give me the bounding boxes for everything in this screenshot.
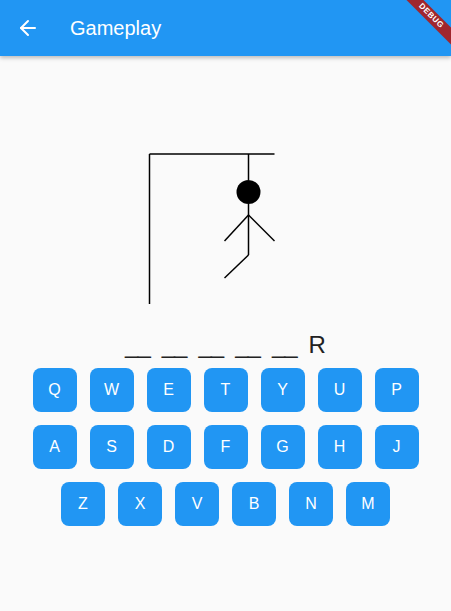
- letter-key[interactable]: S: [90, 425, 134, 469]
- letter-key[interactable]: Z: [61, 482, 105, 526]
- letter-key[interactable]: W: [90, 368, 134, 412]
- letter-slot: R: [309, 331, 326, 359]
- letter-key[interactable]: E: [147, 368, 191, 412]
- hangman-head: [236, 180, 260, 204]
- game-area: __ __ __ __ __ R QWETYUP ASDFGHJ ZXVBNM: [0, 56, 451, 526]
- letter-slot: __: [125, 331, 150, 359]
- hangman-drawing: [126, 150, 326, 310]
- letter-key[interactable]: P: [375, 368, 419, 412]
- letter-key[interactable]: Q: [33, 368, 77, 412]
- app-bar: Gameplay: [0, 0, 451, 56]
- letter-key[interactable]: F: [204, 425, 248, 469]
- letter-key[interactable]: A: [33, 425, 77, 469]
- gallows-beam: [149, 153, 274, 155]
- letter-slot: __: [235, 331, 260, 359]
- arrow-left-icon[interactable]: [16, 16, 40, 40]
- hangman-right-arm: [248, 215, 274, 241]
- letter-key[interactable]: M: [346, 482, 390, 526]
- letter-slot: __: [272, 331, 297, 359]
- letter-key[interactable]: B: [232, 482, 276, 526]
- debug-banner-clip: DEBUG: [395, 0, 451, 56]
- letter-key[interactable]: G: [261, 425, 305, 469]
- letter-key[interactable]: T: [204, 368, 248, 412]
- word-row: __ __ __ __ __ R: [125, 331, 326, 359]
- letter-key[interactable]: N: [289, 482, 333, 526]
- letter-key[interactable]: J: [375, 425, 419, 469]
- gameplay-screen: GameplayDEBUG__________RQWETYUPASDFGHJZX…: [0, 0, 451, 611]
- letter-key[interactable]: Y: [261, 368, 305, 412]
- keyboard-row: ASDFGHJ: [33, 425, 419, 469]
- letter-slot: __: [162, 331, 187, 359]
- gallows-rope: [247, 154, 249, 180]
- debug-banner: DEBUG: [397, 0, 451, 50]
- app-bar-title: Gameplay: [70, 14, 161, 42]
- keyboard-row: QWETYUP: [33, 368, 419, 412]
- letter-key[interactable]: X: [118, 482, 162, 526]
- hangman-left-arm: [224, 215, 248, 241]
- letter-slot: __: [198, 331, 223, 359]
- letter-key[interactable]: H: [318, 425, 362, 469]
- keyboard: QWETYUP ASDFGHJ ZXVBNM: [33, 368, 419, 526]
- hangman-left-leg: [224, 255, 248, 278]
- hangman-body: [247, 204, 249, 255]
- keyboard-row: ZXVBNM: [61, 482, 390, 526]
- letter-key[interactable]: D: [147, 425, 191, 469]
- letter-key[interactable]: U: [318, 368, 362, 412]
- gallows-post: [148, 154, 150, 304]
- letter-key[interactable]: V: [175, 482, 219, 526]
- back-button[interactable]: [16, 16, 40, 40]
